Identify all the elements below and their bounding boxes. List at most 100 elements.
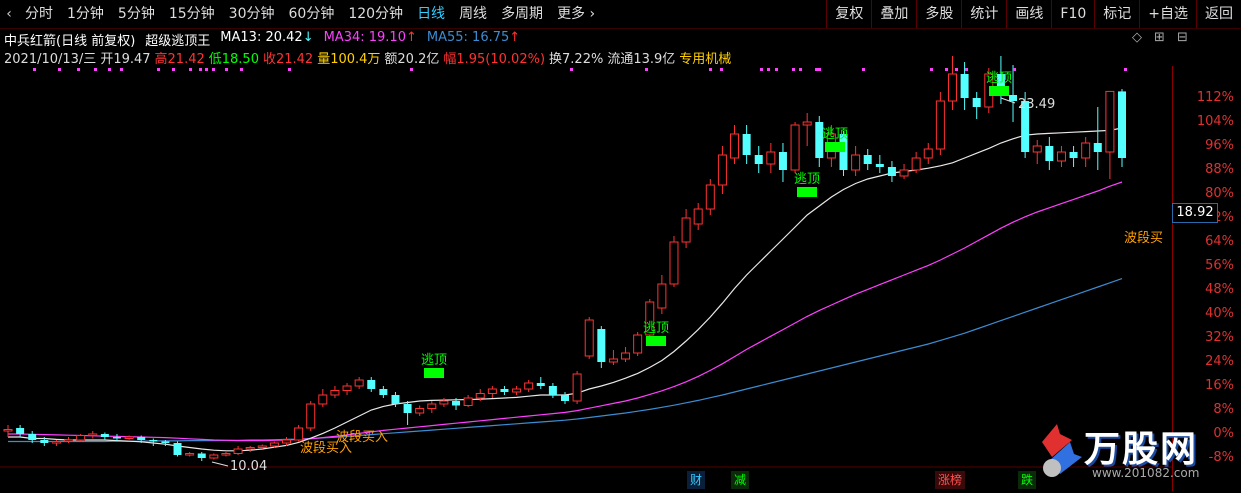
candle-body [233, 448, 243, 454]
buy-label: 波段买 [1124, 231, 1163, 246]
candle-body [475, 393, 485, 399]
top-dot [288, 68, 291, 71]
candle-body [64, 439, 74, 442]
candle-body [367, 380, 376, 389]
top-dot [157, 68, 160, 71]
top-dot [792, 68, 795, 71]
candle-body [561, 395, 569, 401]
candle-body [88, 433, 98, 436]
candle-body [463, 397, 473, 406]
candle-body [972, 98, 981, 107]
candle-body [282, 439, 291, 444]
escape-marker [646, 336, 666, 346]
top-dot [120, 68, 123, 71]
candle-body [621, 352, 631, 360]
top-dot [199, 68, 202, 71]
candle-body [51, 441, 61, 444]
escape-label: 逃顶 [986, 71, 1012, 86]
candle-body [923, 148, 933, 159]
candle-body [960, 74, 969, 98]
candle-body [705, 184, 715, 210]
candle-body [221, 453, 231, 456]
top-dot [767, 68, 770, 71]
candle-body [875, 164, 884, 167]
candle-body [681, 217, 691, 243]
top-dot [189, 68, 192, 71]
top-dot [818, 68, 821, 71]
minus-box-icon[interactable]: ⊟ [1177, 30, 1188, 45]
candle-body [742, 134, 751, 155]
candle-body [754, 155, 763, 164]
top-dot [1013, 68, 1016, 71]
top-dot [775, 68, 778, 71]
ma55-line [8, 278, 1123, 443]
top-dot [1124, 68, 1127, 71]
candle-body [1032, 145, 1042, 153]
candle-body [76, 435, 86, 441]
candle-body [100, 434, 109, 437]
candle-body [548, 386, 557, 395]
escape-marker [989, 86, 1009, 96]
logo-url: www.201082.com [1092, 466, 1200, 480]
candle-body [536, 383, 545, 386]
escape-marker [797, 187, 817, 197]
candle-body [342, 385, 352, 391]
candle-body [597, 329, 606, 362]
watermark-logo: 万股网 www.201082.com [1022, 412, 1222, 492]
top-dot [945, 68, 948, 71]
candle-body [1118, 91, 1126, 158]
top-dot [172, 68, 175, 71]
candle-body [403, 404, 412, 413]
candle-body [584, 319, 594, 357]
kline-chart[interactable]: 逃顶逃顶逃顶逃顶逃顶波段买入波段买入波段买10.0423.49 [0, 0, 1172, 493]
candle-body [1056, 151, 1066, 162]
candle-body [269, 442, 279, 447]
candle-body [28, 434, 37, 440]
candle-body [802, 121, 812, 126]
candle-body [209, 454, 219, 459]
candle-body [1069, 152, 1078, 158]
y-label-4: 80% [1205, 186, 1234, 201]
candle-body [306, 403, 316, 429]
candle-body [391, 395, 400, 404]
candle-body [899, 169, 909, 177]
candle-body [3, 429, 13, 432]
event-reduce[interactable]: 减 [731, 471, 750, 489]
candle-body [330, 390, 340, 396]
candle-body [572, 373, 582, 402]
y-label-7: 56% [1205, 258, 1234, 273]
escape-label: 逃顶 [643, 321, 669, 336]
candle-body [1081, 142, 1091, 159]
low-arrow [211, 461, 229, 467]
top-dot [862, 68, 865, 71]
top-dot [760, 68, 763, 71]
candle-body [354, 379, 364, 387]
escape-label: 逃顶 [421, 353, 447, 368]
event-finance[interactable]: 财 [687, 471, 706, 489]
candle-body [137, 437, 146, 440]
top-dot [570, 68, 573, 71]
candle-body [669, 241, 679, 285]
candle-body [512, 388, 522, 393]
event-limit-up[interactable]: 涨榜 [935, 471, 966, 489]
top-dot [94, 68, 97, 71]
candle-body [257, 445, 267, 448]
top-dot [58, 68, 61, 71]
candle-body [524, 382, 534, 390]
top-dot [720, 68, 723, 71]
candle-body [245, 447, 255, 450]
top-dot [77, 68, 80, 71]
candle-body [294, 427, 304, 441]
y-label-3: 88% [1205, 162, 1234, 177]
y-label-8: 48% [1205, 282, 1234, 297]
logo-text: 万股网 [1084, 429, 1199, 470]
candle-body [790, 124, 800, 171]
candle-body [439, 400, 449, 405]
candle-body [851, 154, 861, 171]
candle-body [415, 408, 425, 414]
candle-body [778, 152, 787, 170]
toolbar-button-8[interactable]: 返回 [1196, 0, 1241, 28]
y-label-9: 40% [1205, 306, 1234, 321]
candle-body [427, 403, 437, 409]
candle-body [1009, 95, 1018, 101]
